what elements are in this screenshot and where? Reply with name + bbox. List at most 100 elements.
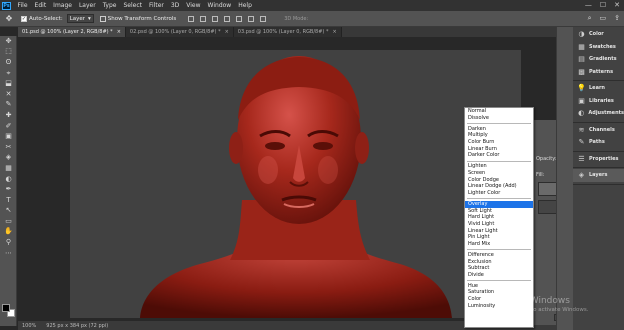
blend-mode-option-lighter-color[interactable]: Lighter Color	[465, 190, 533, 197]
close-tab-icon[interactable]: ×	[332, 29, 336, 35]
maximize-icon[interactable]: ☐	[600, 1, 606, 9]
align-right-icon[interactable]	[212, 15, 219, 22]
panel-libraries[interactable]: ▣ Libraries	[573, 95, 624, 108]
panel-color[interactable]: ◑ Color	[573, 28, 624, 41]
clone-stamp-tool-icon[interactable]: ▣	[0, 131, 17, 142]
blend-mode-option-saturation[interactable]: Saturation	[465, 289, 533, 296]
panel-channels[interactable]: ≋ Channels	[573, 124, 624, 137]
workspace-icon[interactable]: ▭	[600, 14, 607, 23]
blend-mode-option-soft-light[interactable]: Soft Light	[465, 208, 533, 215]
close-tab-icon[interactable]: ×	[225, 29, 229, 35]
menu-edit[interactable]: Edit	[31, 2, 50, 9]
blend-mode-option-screen[interactable]: Screen	[465, 170, 533, 177]
crop-tool-icon[interactable]: ⬓	[0, 78, 17, 89]
menu-filter[interactable]: Filter	[146, 2, 168, 9]
panel-learn[interactable]: 💡 Learn	[573, 82, 624, 95]
zoom-level[interactable]: 100%	[22, 323, 36, 329]
search-icon[interactable]: ⌕	[588, 14, 592, 23]
blend-mode-option-lighten[interactable]: Lighten	[465, 163, 533, 170]
menu-view[interactable]: View	[183, 2, 204, 9]
blend-mode-option-linear-light[interactable]: Linear Light	[465, 228, 533, 235]
blend-mode-option-subtract[interactable]: Subtract	[465, 265, 533, 272]
blend-mode-option-pin-light[interactable]: Pin Light	[465, 234, 533, 241]
align-center-icon[interactable]	[200, 15, 207, 22]
share-icon[interactable]: ⇪	[614, 14, 620, 23]
blend-mode-option-darker-color[interactable]: Darker Color	[465, 152, 533, 159]
align-middle-icon[interactable]	[236, 15, 243, 22]
align-top-icon[interactable]	[224, 15, 231, 22]
distribute-icon[interactable]	[260, 15, 267, 22]
move-tool-icon[interactable]: ✥	[0, 36, 17, 47]
menu-image[interactable]: Image	[50, 2, 76, 9]
blend-mode-option-difference[interactable]: Difference	[465, 252, 533, 259]
blend-mode-option-hard-mix[interactable]: Hard Mix	[465, 241, 533, 248]
menu-window[interactable]: Window	[204, 2, 235, 9]
menu-layer[interactable]: Layer	[75, 2, 99, 9]
panel-gradients[interactable]: ▤ Gradients	[573, 53, 624, 66]
blend-mode-option-color[interactable]: Color	[465, 296, 533, 303]
show-transform-checkbox[interactable]	[99, 15, 106, 22]
frame-tool-icon[interactable]: ✕	[0, 89, 17, 100]
blend-mode-option-linear-dodge-add[interactable]: Linear Dodge (Add)	[465, 183, 533, 190]
panel-paths[interactable]: ✎ Paths	[573, 136, 624, 149]
quick-selection-tool-icon[interactable]: ⌖	[0, 68, 17, 79]
patterns-icon: ▩	[578, 67, 585, 76]
minimize-icon[interactable]: —	[585, 1, 592, 9]
blend-mode-option-dissolve[interactable]: Dissolve	[465, 115, 533, 122]
blend-mode-option-exclusion[interactable]: Exclusion	[465, 259, 533, 266]
tab-document-03[interactable]: 03.psd @ 100% (Layer 0, RGB/8#) * ×	[233, 27, 342, 37]
rectangle-tool-icon[interactable]: ▭	[0, 216, 17, 227]
blend-mode-option-color-burn[interactable]: Color Burn	[465, 139, 533, 146]
blend-mode-option-multiply[interactable]: Multiply	[465, 132, 533, 139]
foreground-color-swatch[interactable]	[2, 304, 10, 312]
blend-mode-option-darken[interactable]: Darken	[465, 126, 533, 133]
menu-select[interactable]: Select	[120, 2, 146, 9]
close-icon[interactable]: ✕	[614, 1, 620, 9]
pen-tool-icon[interactable]: ✒	[0, 184, 17, 195]
menu-type[interactable]: Type	[99, 2, 120, 9]
close-tab-icon[interactable]: ×	[117, 29, 121, 35]
panel-properties[interactable]: ☰ Properties	[573, 153, 624, 166]
document-info[interactable]: 925 px x 384 px (72 ppi)	[46, 323, 108, 329]
eyedropper-tool-icon[interactable]: ✎	[0, 100, 17, 111]
lasso-tool-icon[interactable]: ʘ	[0, 57, 17, 68]
blend-mode-option-divide[interactable]: Divide	[465, 272, 533, 279]
blend-mode-option-normal[interactable]: Normal	[465, 108, 533, 115]
auto-select-target-dropdown[interactable]: Layer ▾	[66, 14, 94, 23]
blend-mode-option-color-dodge[interactable]: Color Dodge	[465, 177, 533, 184]
panel-swatches[interactable]: ▦ Swatches	[573, 41, 624, 54]
blend-mode-option-hard-light[interactable]: Hard Light	[465, 214, 533, 221]
panel-patterns[interactable]: ▩ Patterns	[573, 66, 624, 79]
brush-tool-icon[interactable]: ✐	[0, 121, 17, 132]
hand-tool-icon[interactable]: ✋	[0, 227, 17, 238]
panel-layers[interactable]: ◈ Layers	[573, 169, 624, 182]
align-left-icon[interactable]	[188, 15, 195, 22]
auto-select-checkbox[interactable]: ✓	[21, 15, 27, 22]
color-swatches[interactable]	[2, 304, 16, 318]
menu-file[interactable]: File	[14, 2, 31, 9]
blend-mode-option-linear-burn[interactable]: Linear Burn	[465, 146, 533, 153]
gradient-tool-icon[interactable]: ▦	[0, 163, 17, 174]
marquee-tool-icon[interactable]: ⬚	[0, 47, 17, 58]
blend-mode-dropdown-menu[interactable]: Normal Dissolve Darken Multiply Color Burn Li…	[464, 107, 534, 328]
history-brush-tool-icon[interactable]: ✂	[0, 142, 17, 153]
healing-brush-tool-icon[interactable]: ✚	[0, 110, 17, 121]
move-tool-icon[interactable]: ✥	[3, 14, 15, 24]
blend-mode-option-luminosity[interactable]: Luminosity	[465, 303, 533, 310]
zoom-tool-icon[interactable]: ⚲	[0, 237, 17, 248]
type-tool-icon[interactable]: T	[0, 195, 17, 206]
tab-document-02[interactable]: 02.psd @ 100% (Layer 0, RGB/8#) * ×	[125, 27, 234, 37]
dodge-tool-icon[interactable]: ◐	[0, 174, 17, 185]
blend-mode-option-hue[interactable]: Hue	[465, 283, 533, 290]
tab-document-01[interactable]: 01.psd @ 100% (Layer 2, RGB/8#) * ×	[18, 27, 126, 37]
panel-adjustments[interactable]: ◐ Adjustments	[573, 107, 624, 120]
blend-mode-option-vivid-light[interactable]: Vivid Light	[465, 221, 533, 228]
blend-mode-option-overlay[interactable]: Overlay	[465, 200, 533, 208]
menu-help[interactable]: Help	[235, 2, 256, 9]
eraser-tool-icon[interactable]: ◈	[0, 153, 17, 164]
more-tools-icon[interactable]: ⋯	[0, 248, 17, 259]
path-selection-tool-icon[interactable]: ↖	[0, 206, 17, 217]
align-bottom-icon[interactable]	[248, 15, 255, 22]
document-canvas[interactable]	[70, 50, 521, 318]
menu-3d[interactable]: 3D	[167, 2, 182, 9]
